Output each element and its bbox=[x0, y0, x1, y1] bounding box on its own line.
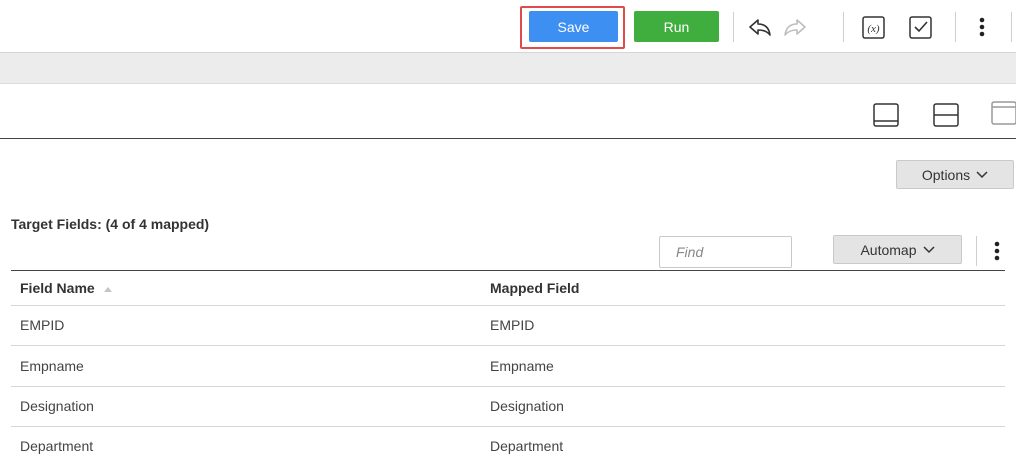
options-dropdown-button[interactable]: Options bbox=[896, 160, 1014, 189]
function-icon[interactable]: (x) bbox=[858, 12, 890, 44]
row-divider bbox=[11, 386, 1005, 387]
redo-icon[interactable] bbox=[780, 12, 810, 42]
toolbar-divider bbox=[955, 12, 956, 42]
table-row-mapped-field: Department bbox=[490, 438, 564, 454]
header-divider bbox=[11, 305, 1005, 306]
table-row-field-name: EMPID bbox=[20, 317, 65, 333]
row-divider bbox=[11, 345, 1005, 346]
table-more-vertical-icon[interactable] bbox=[988, 236, 1006, 266]
column-header-field-name[interactable]: Field Name bbox=[20, 280, 113, 296]
panel-top-border bbox=[0, 138, 1016, 139]
automap-label: Automap bbox=[860, 241, 917, 258]
undo-icon[interactable] bbox=[745, 12, 775, 42]
toolbar-divider bbox=[733, 12, 734, 42]
find-input[interactable]: Find bbox=[659, 236, 792, 268]
more-vertical-icon[interactable] bbox=[970, 12, 994, 42]
layout-top-panel-icon[interactable] bbox=[990, 100, 1016, 130]
canvas-separator-band bbox=[0, 53, 1016, 84]
automap-dropdown-button[interactable]: Automap bbox=[833, 235, 962, 264]
table-top-border bbox=[11, 270, 1005, 271]
table-row-mapped-field: Empname bbox=[490, 358, 554, 374]
target-fields-title: Target Fields: (4 of 4 mapped) bbox=[11, 216, 210, 232]
table-row-field-name: Empname bbox=[20, 358, 84, 374]
column-header-label: Field Name bbox=[20, 280, 95, 296]
chevron-down-icon bbox=[976, 170, 988, 178]
run-button[interactable]: Run bbox=[634, 11, 719, 42]
layout-bottom-panel-icon[interactable] bbox=[870, 100, 902, 130]
toolbar-divider bbox=[1011, 12, 1012, 42]
toolbar-divider bbox=[843, 12, 844, 42]
validate-icon[interactable] bbox=[905, 12, 937, 44]
table-row-mapped-field: EMPID bbox=[490, 317, 535, 333]
options-label: Options bbox=[921, 166, 971, 183]
column-header-mapped-field[interactable]: Mapped Field bbox=[490, 280, 579, 296]
sort-ascending-icon bbox=[103, 287, 112, 293]
save-button[interactable]: Save bbox=[529, 11, 618, 42]
table-row-mapped-field: Designation bbox=[490, 398, 564, 414]
svg-text:(x): (x) bbox=[867, 23, 880, 35]
layout-split-horizontal-icon[interactable] bbox=[930, 100, 962, 130]
chevron-down-icon bbox=[922, 245, 935, 253]
row-divider bbox=[11, 426, 1005, 427]
divider bbox=[976, 236, 977, 266]
table-row-field-name: Designation bbox=[20, 398, 94, 414]
table-row-field-name: Department bbox=[20, 438, 94, 454]
